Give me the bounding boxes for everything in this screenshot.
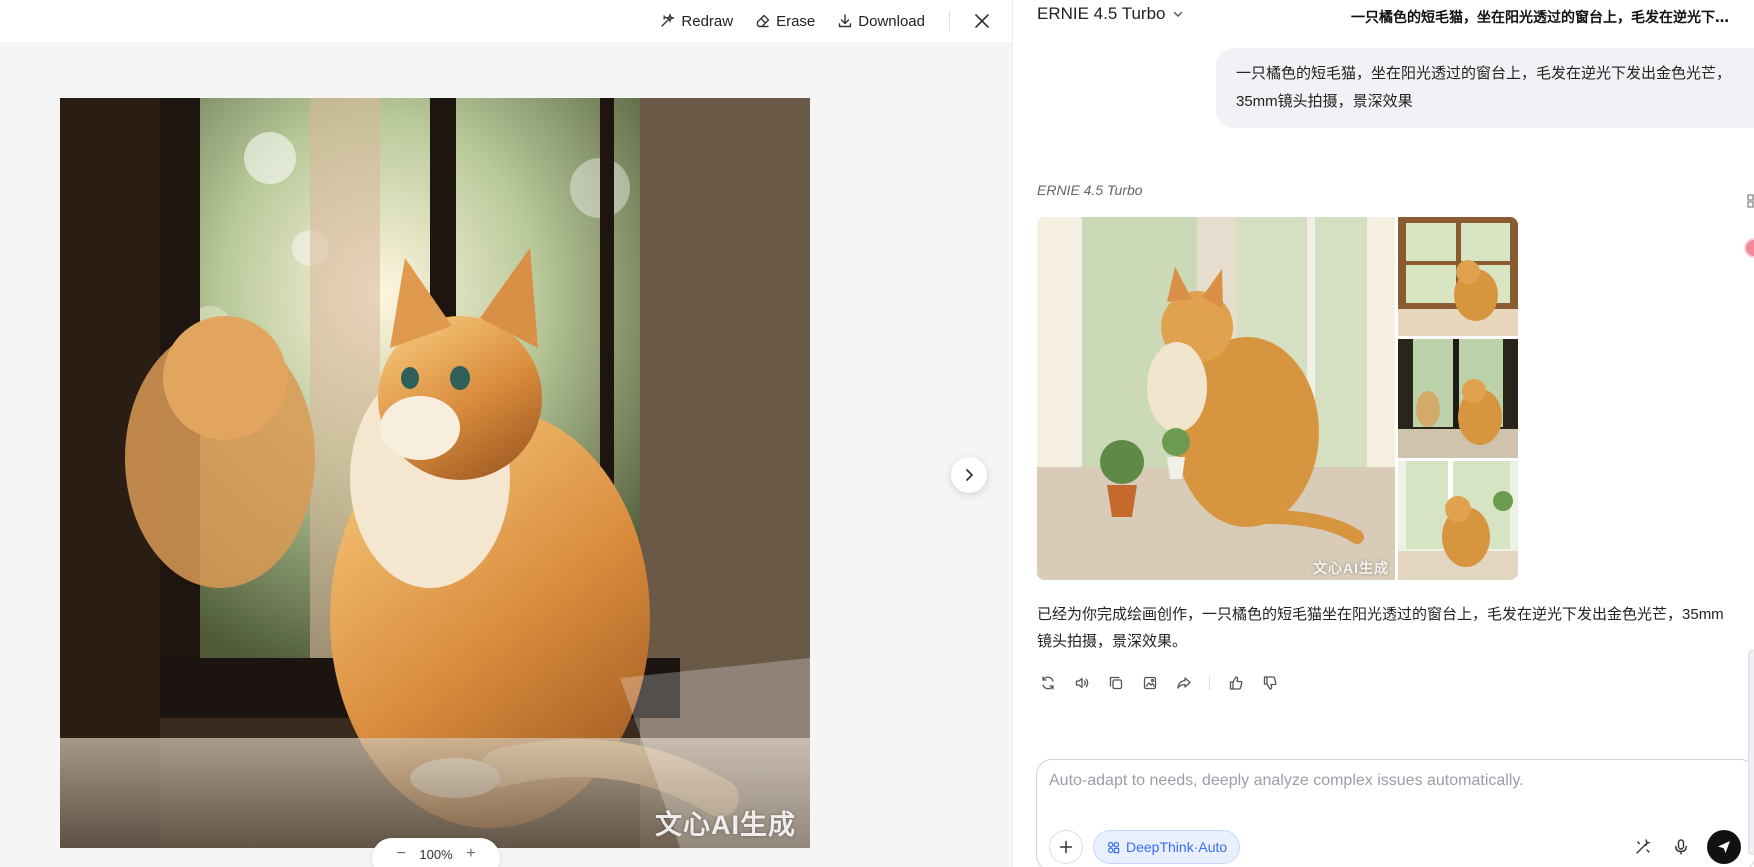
app-window: Redraw Erase Download 文心AI生成 − 100% + ER… [0,0,1754,867]
send-button[interactable] [1707,830,1741,864]
chat-header: ERNIE 4.5 Turbo 一只橘色的短毛猫，坐在阳光透过的窗台上，毛发在逆… [1013,0,1754,30]
read-aloud-button[interactable] [1071,672,1092,693]
preview-toolbar: Redraw Erase Download [0,0,1012,42]
copy-button[interactable] [1105,672,1126,693]
zoom-control: − 100% + [372,838,500,867]
eraser-icon [756,14,770,28]
side-scrollbar[interactable] [1748,650,1754,855]
redraw-icon [661,13,676,27]
conversation-title: 一只橘色的短毛猫，坐在阳光透过的窗台上，毛发在逆光下发... [1351,10,1741,26]
zoom-out-button[interactable]: − [393,845,409,863]
generated-image-2[interactable] [1398,217,1518,336]
deepthink-icon [1107,841,1120,853]
actions-divider [1209,675,1210,690]
response-model-label: ERNIE 4.5 Turbo [1037,182,1143,198]
zoom-level: 100% [419,846,453,862]
generated-image-3[interactable] [1398,339,1518,458]
add-attachment-button[interactable] [1049,830,1083,864]
user-message: 一只橘色的短毛猫，坐在阳光透过的窗台上，毛发在逆光下发出金色光芒，35mm镜头拍… [1216,48,1754,128]
send-icon [1718,841,1730,853]
refresh-icon [1041,675,1054,690]
generated-cat-image-large: 文心AI生成 [60,98,810,848]
redraw-label: Redraw [681,12,734,30]
regenerate-button[interactable] [1037,672,1058,693]
download-icon [839,14,852,28]
message-composer: DeepThink·Auto [1036,759,1754,867]
next-image-button[interactable] [951,457,987,493]
composer-tools [1631,830,1741,864]
magic-wand-icon [1636,839,1651,854]
image-icon [1143,676,1156,689]
thumbs-down-icon [1263,675,1276,690]
user-avatar[interactable] [1744,238,1754,258]
deepthink-label: DeepThink·Auto [1126,839,1228,855]
voice-input-button[interactable] [1669,830,1693,864]
model-name: ERNIE 4.5 Turbo [1037,4,1166,23]
microphone-icon [1675,839,1687,855]
share-button[interactable] [1173,672,1194,693]
sidebar-grid-icon[interactable] [1746,193,1754,209]
chat-panel: ERNIE 4.5 Turbo 一只橘色的短毛猫，坐在阳光透过的窗台上，毛发在逆… [1012,0,1754,867]
response-actions [1037,672,1280,693]
toolbar-divider [949,11,950,31]
chevron-right-icon [966,469,973,481]
response-text: 已经为你完成绘画创作，一只橘色的短毛猫坐在阳光透过的窗台上，毛发在逆光下发出金色… [1037,606,1724,650]
model-selector[interactable]: ERNIE 4.5 Turbo [1037,4,1184,24]
ai-watermark: 文心AI生成 [655,810,796,840]
deepthink-toggle[interactable]: DeepThink·Auto [1093,830,1241,864]
close-icon [975,14,989,28]
speaker-icon [1075,677,1088,688]
zoom-in-button[interactable]: + [463,845,479,863]
copy-icon [1109,676,1122,689]
download-button[interactable]: Download [827,6,935,36]
image-preview-panel: Redraw Erase Download 文心AI生成 − 100% + [0,0,1012,867]
thumbs-up-icon [1229,675,1242,690]
download-label: Download [858,12,925,30]
image-edit-button[interactable] [1139,672,1160,693]
generated-image-grid: 文心AI生成 [1037,217,1518,580]
share-icon [1176,676,1191,689]
plus-icon [1059,840,1073,854]
generated-image-4[interactable] [1398,461,1518,580]
erase-label: Erase [776,12,816,30]
grid-image-watermark: 文心AI生成 [1313,560,1389,576]
dislike-button[interactable] [1259,672,1280,693]
chevron-down-icon [1173,11,1182,17]
close-preview-button[interactable] [966,5,998,37]
tools-button[interactable] [1631,830,1655,864]
generated-image-1[interactable]: 文心AI生成 [1037,217,1395,580]
erase-button[interactable]: Erase [745,6,825,36]
message-input[interactable] [1049,772,1739,812]
redraw-button[interactable]: Redraw [650,6,743,36]
like-button[interactable] [1225,672,1246,693]
